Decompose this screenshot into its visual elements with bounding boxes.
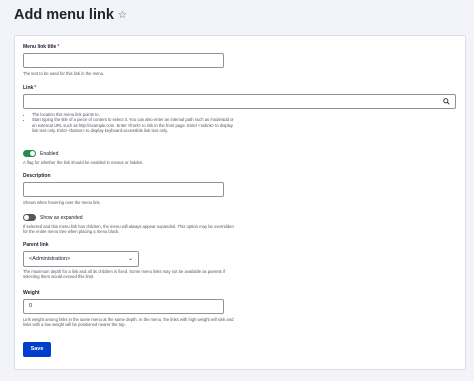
weight-input[interactable]: 0 bbox=[23, 299, 224, 314]
link-input[interactable] bbox=[23, 94, 456, 109]
page-title: Add menu link ☆ bbox=[14, 7, 127, 23]
chevron-down-icon: ⌄ bbox=[127, 256, 133, 262]
page-title-text: Add menu link bbox=[14, 7, 114, 23]
menu-link-form: Menu link title* The text to be used for… bbox=[14, 35, 466, 370]
title-label-text: Menu link title bbox=[23, 44, 57, 50]
parent-description: The maximum depth for a link and all its… bbox=[23, 269, 226, 280]
star-icon[interactable]: ☆ bbox=[118, 10, 127, 21]
expanded-description: If selected and this menu link has child… bbox=[23, 224, 234, 235]
title-label: Menu link title* bbox=[23, 44, 59, 50]
toggle-knob bbox=[30, 151, 35, 156]
description-help: Shown when hovering over the menu link. bbox=[23, 200, 101, 205]
required-mark: * bbox=[57, 44, 60, 50]
parent-selected-value: <Administration> bbox=[29, 256, 71, 262]
weight-label: Weight bbox=[23, 290, 40, 296]
link-help: The location this menu link points to. S… bbox=[23, 112, 237, 134]
link-label-text: Link bbox=[23, 85, 34, 91]
weight-description: Link weight among links in the same menu… bbox=[23, 317, 234, 328]
expanded-label: Show as expanded bbox=[40, 215, 83, 221]
description-input[interactable] bbox=[23, 182, 224, 197]
parent-label: Parent link bbox=[23, 242, 49, 248]
description-label: Description bbox=[23, 173, 51, 179]
save-button[interactable]: Save bbox=[23, 342, 51, 357]
required-mark: * bbox=[34, 85, 37, 91]
title-description: The text to be used for this link in the… bbox=[23, 71, 105, 76]
toggle-knob bbox=[24, 215, 29, 220]
enabled-description: A flag for whether the link should be en… bbox=[23, 160, 144, 165]
search-icon bbox=[443, 98, 450, 105]
link-help-item: Start typing the title of a piece of con… bbox=[32, 117, 237, 133]
parent-link-select[interactable]: <Administration> ⌄ bbox=[23, 251, 139, 267]
enabled-label: Enabled bbox=[40, 151, 59, 157]
expanded-toggle[interactable] bbox=[23, 214, 36, 221]
menu-link-title-input[interactable] bbox=[23, 53, 224, 68]
link-label: Link* bbox=[23, 85, 36, 91]
enabled-toggle[interactable] bbox=[23, 150, 36, 157]
